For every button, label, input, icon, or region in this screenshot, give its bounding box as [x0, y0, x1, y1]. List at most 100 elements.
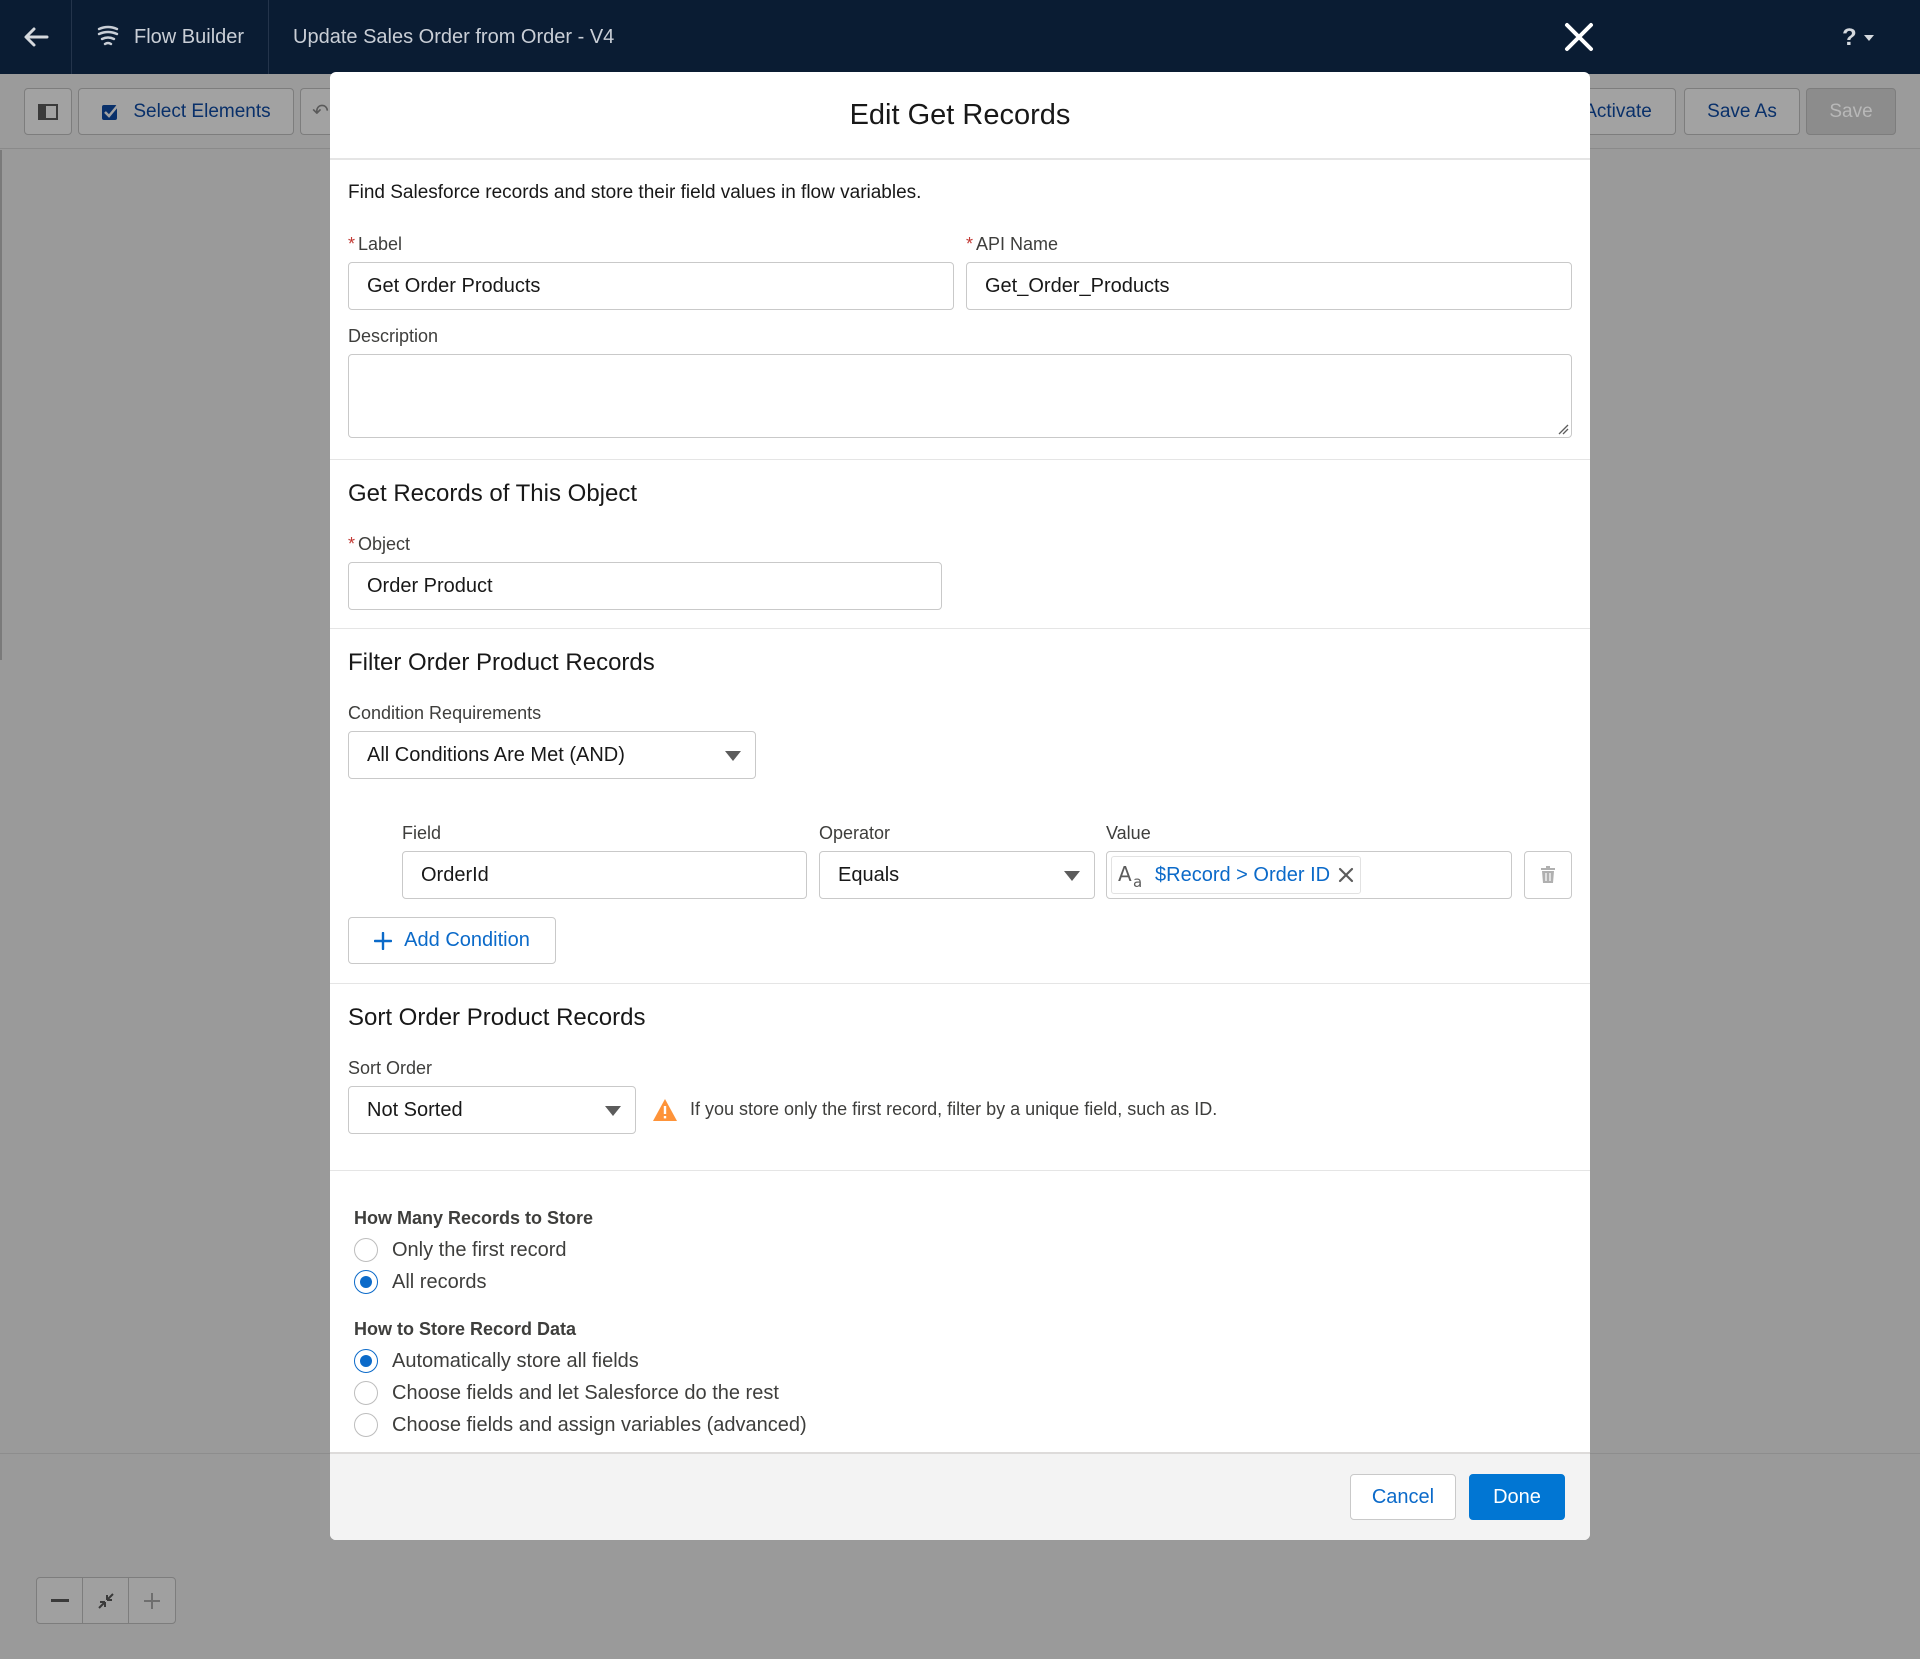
- description-textarea[interactable]: [348, 354, 1572, 438]
- value-column-header: Value: [1106, 823, 1151, 843]
- how-store-title: How to Store Record Data: [354, 1319, 577, 1339]
- condition-value-input[interactable]: A a $Record > Order ID: [1106, 851, 1512, 899]
- save-button[interactable]: Save: [1806, 88, 1896, 135]
- radio-only-first-record[interactable]: Only the first record: [354, 1238, 567, 1262]
- delete-condition-button[interactable]: [1524, 851, 1572, 899]
- radio-button[interactable]: [354, 1349, 378, 1373]
- radio-button[interactable]: [354, 1270, 378, 1294]
- condition-operator-select[interactable]: Equals: [819, 851, 1095, 899]
- svg-text:a: a: [1133, 873, 1142, 889]
- close-icon: [1565, 23, 1593, 51]
- select-checkbox-icon: [102, 102, 121, 120]
- fit-view-button[interactable]: [83, 1578, 129, 1623]
- chevron-down-icon: [1064, 871, 1080, 881]
- fit-view-icon: [97, 1592, 114, 1609]
- object-input[interactable]: Order Product: [348, 562, 942, 610]
- intro-text: Find Salesforce records and store their …: [348, 182, 922, 203]
- help-menu[interactable]: ?: [1842, 24, 1875, 52]
- radio-label: Choose fields and assign variables (adva…: [392, 1413, 807, 1436]
- cancel-button[interactable]: Cancel: [1350, 1474, 1456, 1520]
- sort-order-label: Sort Order: [348, 1058, 433, 1078]
- add-icon: [374, 931, 393, 950]
- how-many-title: How Many Records to Store: [354, 1208, 594, 1228]
- radio-button[interactable]: [354, 1238, 378, 1262]
- zoom-out-button[interactable]: [37, 1578, 83, 1623]
- api-name-input[interactable]: Get_Order_Products: [966, 262, 1572, 310]
- radio-label: All records: [392, 1270, 487, 1293]
- required-marker: *: [348, 234, 356, 254]
- label-input[interactable]: Get Order Products: [348, 262, 954, 310]
- back-button[interactable]: [0, 0, 72, 74]
- done-label: Done: [1493, 1485, 1541, 1508]
- radio-button[interactable]: [354, 1381, 378, 1405]
- object-input-value: Order Product: [367, 574, 493, 597]
- chevron-down-icon: [1863, 35, 1874, 41]
- label-input-value: Get Order Products: [367, 274, 541, 297]
- resize-handle-icon: [1558, 424, 1569, 435]
- trash-icon: [1541, 866, 1555, 883]
- sort-warning-text: If you store only the first record, filt…: [690, 1099, 1218, 1119]
- undo-icon: ↶: [312, 101, 329, 123]
- filter-section: Filter Order Product Records Condition R…: [330, 629, 1590, 984]
- flow-name: Update Sales Order from Order - V4: [293, 25, 615, 48]
- help-icon: ?: [1842, 24, 1857, 51]
- object-section-title: Get Records of This Object: [348, 480, 638, 507]
- chevron-down-icon: [725, 751, 741, 761]
- operator-column-header: Operator: [819, 823, 891, 843]
- sort-section-title: Sort Order Product Records: [348, 1004, 646, 1031]
- add-condition-label: Add Condition: [404, 929, 530, 951]
- close-modal-button[interactable]: [1560, 18, 1598, 56]
- api-name-text: API Name: [976, 234, 1059, 254]
- object-section: Get Records of This Object * Object Order…: [330, 460, 1590, 629]
- radio-label: Automatically store all fields: [392, 1349, 639, 1372]
- modal-header: Edit Get Records: [330, 72, 1590, 160]
- api-name-input-value: Get_Order_Products: [985, 274, 1170, 297]
- radio-label: Only the first record: [392, 1238, 567, 1261]
- activate-label: Activate: [1584, 100, 1652, 122]
- general-section: Find Salesforce records and store their …: [330, 160, 1590, 460]
- value-resource-pill: A a $Record > Order ID: [1111, 856, 1362, 894]
- zoom-in-button[interactable]: [129, 1578, 175, 1623]
- filter-section-title: Filter Order Product Records: [348, 649, 655, 676]
- save-label: Save: [1829, 100, 1873, 122]
- condition-requirements-label: Condition Requirements: [348, 703, 542, 723]
- radio-auto-store-fields[interactable]: Automatically store all fields: [354, 1349, 639, 1373]
- remove-icon[interactable]: [1338, 867, 1354, 883]
- save-as-label: Save As: [1707, 100, 1777, 122]
- condition-field-input[interactable]: OrderId: [402, 851, 807, 899]
- sort-order-select[interactable]: Not Sorted: [348, 1086, 636, 1134]
- toggle-panel-button[interactable]: [24, 88, 72, 135]
- text-type-icon: A a: [1118, 862, 1142, 889]
- sort-order-value: Not Sorted: [367, 1098, 463, 1121]
- required-marker: *: [348, 534, 356, 554]
- condition-requirements-select[interactable]: All Conditions Are Met (AND): [348, 731, 756, 779]
- radio-button[interactable]: [354, 1413, 378, 1437]
- app-name-area: Flow Builder: [72, 0, 270, 74]
- description-label: Description: [348, 326, 439, 346]
- flow-builder-icon: [97, 25, 119, 46]
- zoom-out-icon: [50, 1598, 69, 1602]
- add-condition-button[interactable]: Add Condition: [348, 917, 556, 964]
- select-elements-button[interactable]: Select Elements: [78, 88, 294, 135]
- done-button[interactable]: Done: [1469, 1474, 1565, 1520]
- radio-choose-fields-assign[interactable]: Choose fields and assign variables (adva…: [354, 1413, 807, 1437]
- radio-choose-fields-salesforce[interactable]: Choose fields and let Salesforce do the …: [354, 1381, 779, 1405]
- condition-field-value: OrderId: [421, 863, 489, 886]
- required-marker: *: [966, 234, 974, 254]
- radio-label: Choose fields and let Salesforce do the …: [392, 1381, 779, 1404]
- panel-toggle-icon: [38, 103, 58, 120]
- edit-get-records-modal: Edit Get Records Find Salesforce records…: [330, 72, 1590, 1540]
- back-arrow-icon: [24, 27, 48, 47]
- modal-title: Edit Get Records: [849, 98, 1071, 131]
- condition-operator-value: Equals: [838, 863, 900, 886]
- save-as-button[interactable]: Save As: [1684, 88, 1800, 135]
- field-column-header: Field: [402, 823, 442, 843]
- condition-requirements-value: All Conditions Are Met (AND): [367, 743, 625, 766]
- chevron-down-icon: [605, 1106, 621, 1116]
- warning-icon: [653, 1099, 677, 1121]
- canvas-edge: [0, 150, 2, 660]
- radio-all-records[interactable]: All records: [354, 1270, 486, 1294]
- zoom-controls: [36, 1577, 176, 1624]
- label-field-label: * Label: [348, 234, 402, 255]
- app-header: Flow Builder Update Sales Order from Ord…: [0, 0, 1920, 74]
